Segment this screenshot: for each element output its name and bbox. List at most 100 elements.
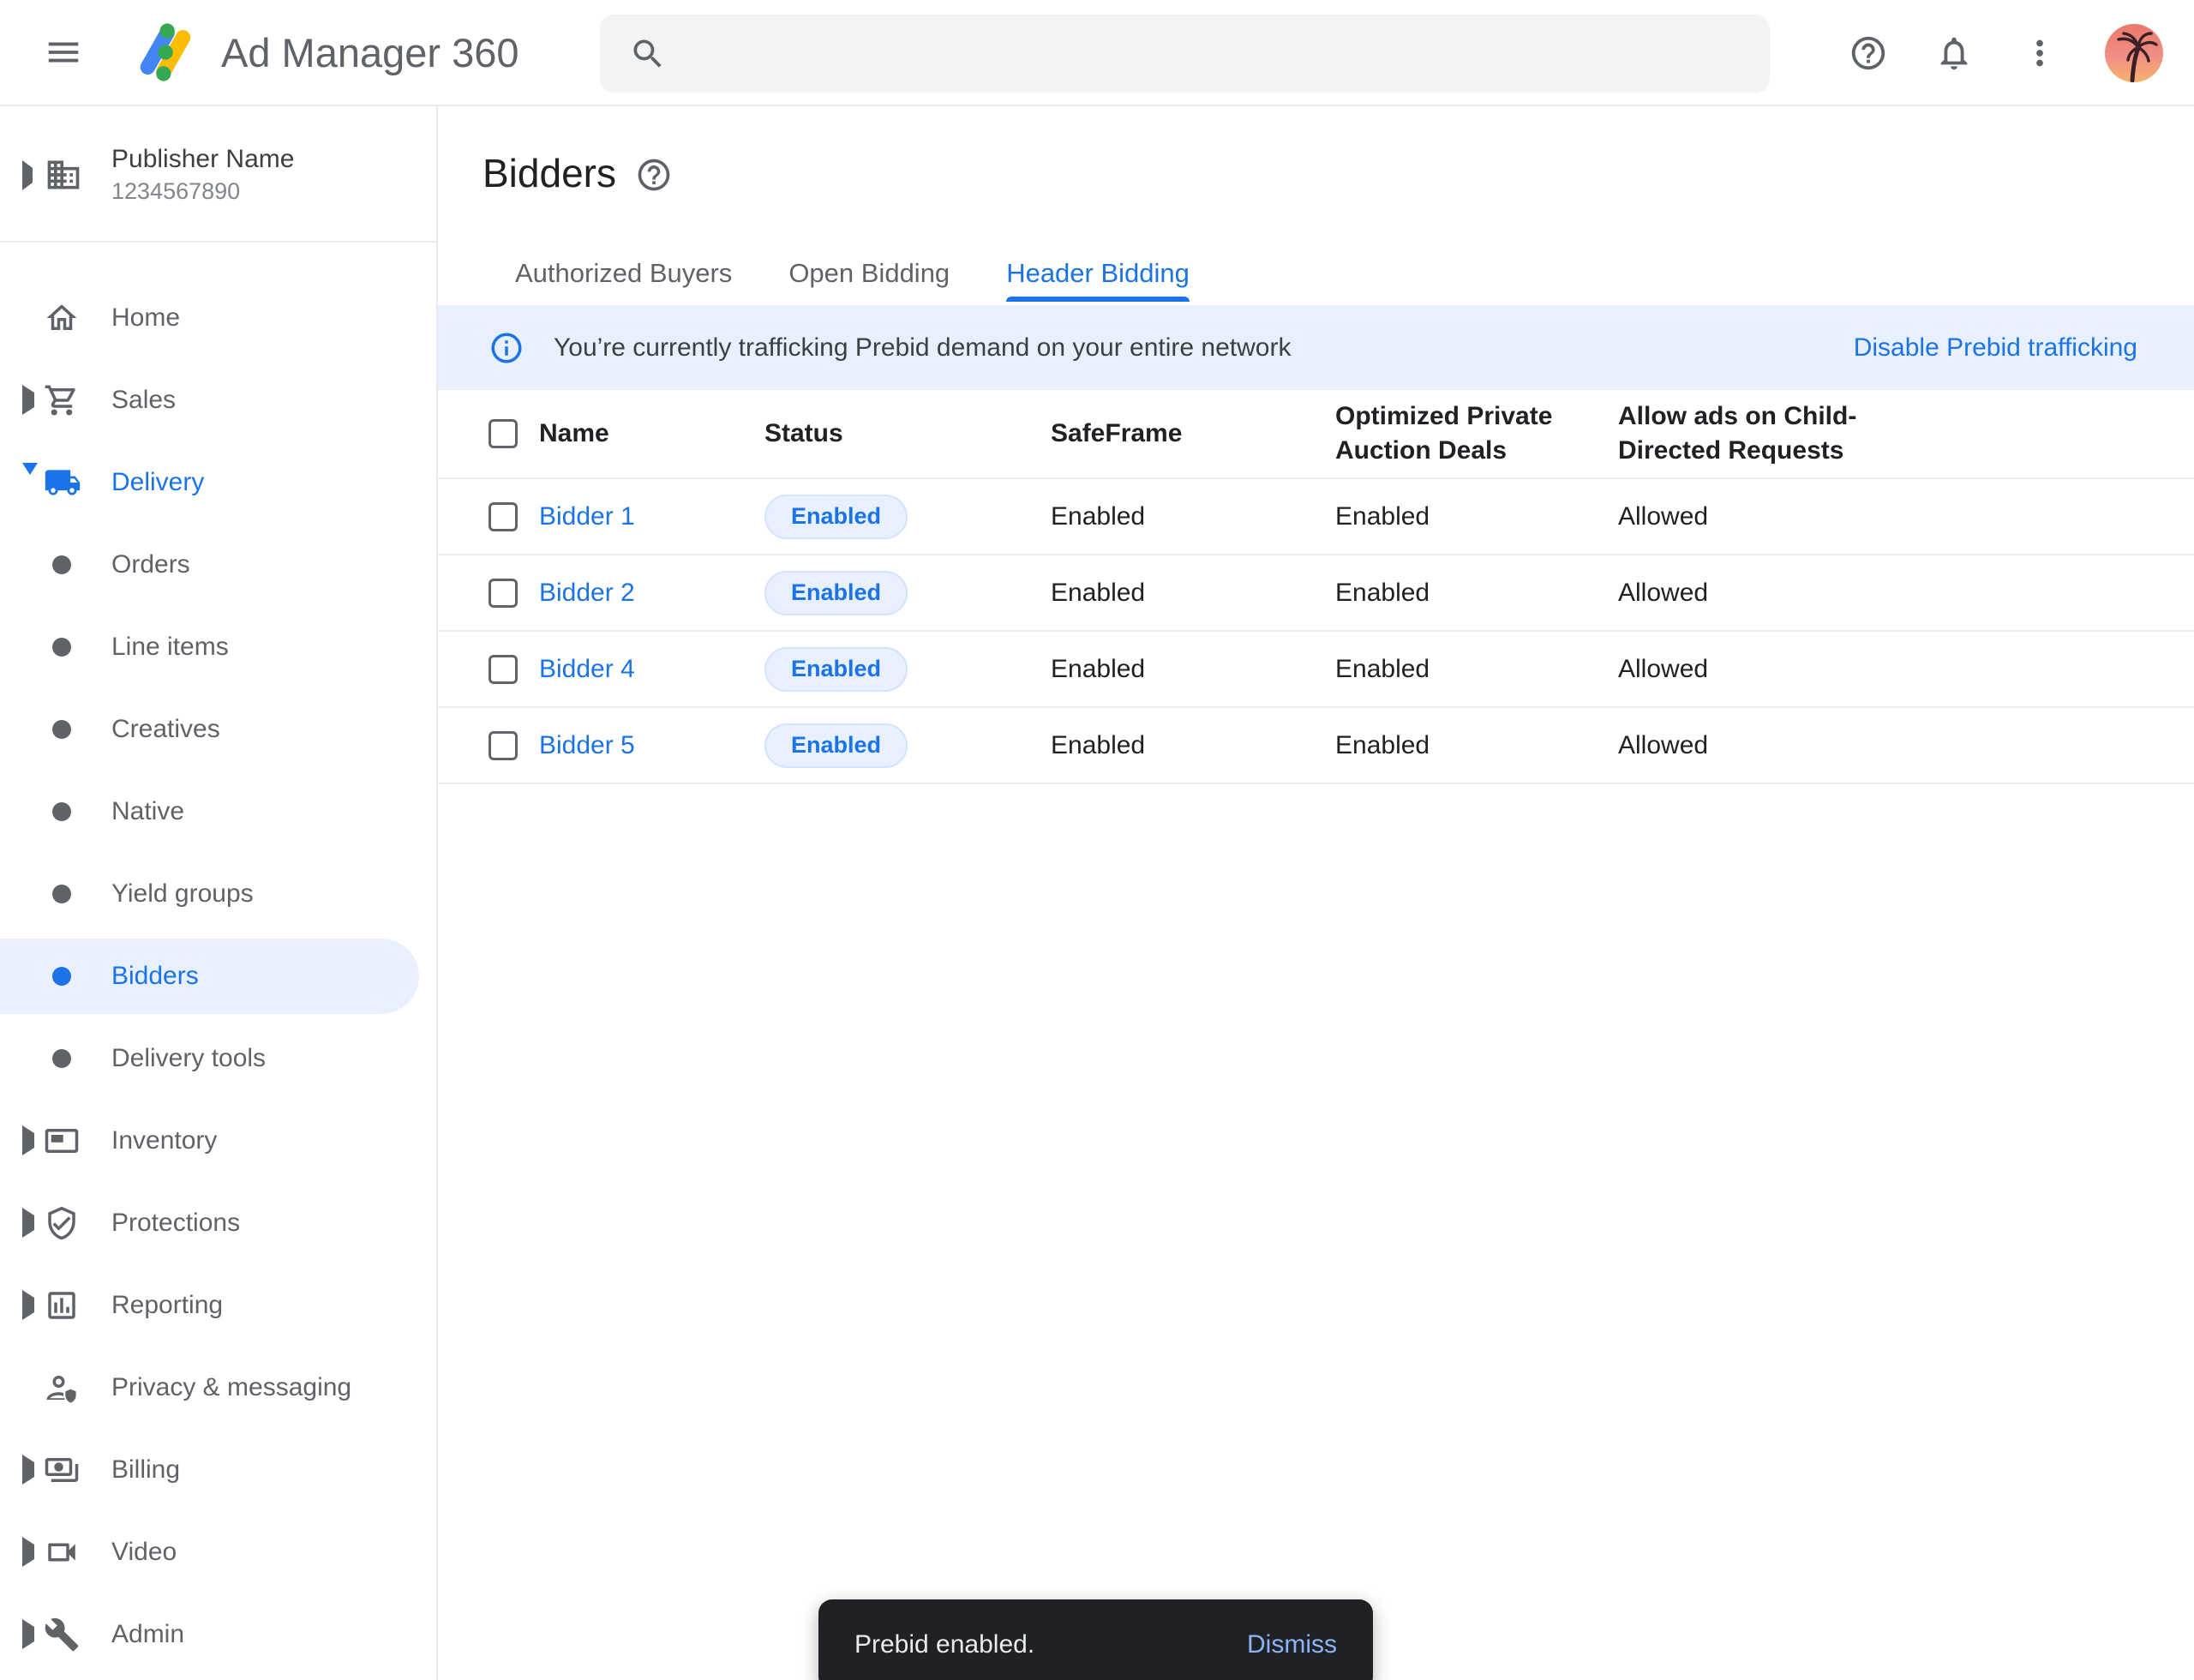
ad-manager-app: Ad Manager 360 (0, 0, 2194, 1680)
tab-bar: Authorized Buyers Open Bidding Header Bi… (438, 259, 2194, 302)
opad-value: Enabled (1335, 502, 1618, 531)
sidebar-item-delivery[interactable]: Delivery (0, 441, 436, 524)
safeframe-value: Enabled (1051, 502, 1335, 531)
sidebar-item-admin[interactable]: Admin (0, 1593, 436, 1676)
privacy-icon (44, 1370, 80, 1406)
info-icon (489, 330, 525, 366)
sidebar-item-video[interactable]: Video (0, 1511, 436, 1593)
page-help-icon[interactable] (635, 156, 673, 194)
bullet-icon (52, 802, 71, 821)
sidebar-item-bidders[interactable]: Bidders (0, 935, 436, 1017)
avatar[interactable] (2105, 24, 2163, 82)
report-icon (44, 1287, 80, 1323)
bidder-link[interactable]: Bidder 1 (539, 502, 635, 531)
column-header-status[interactable]: Status (764, 419, 1051, 448)
shield-check-icon (44, 1205, 80, 1241)
search-bar[interactable] (600, 15, 1770, 93)
child-directed-value: Allowed (1618, 502, 2194, 531)
sidebar-item-delivery-tools[interactable]: Delivery tools (0, 1017, 436, 1100)
collapse-arrow-icon[interactable] (22, 475, 38, 490)
snackbar: Prebid enabled. Dismiss (818, 1599, 1373, 1680)
billing-icon (44, 1452, 80, 1488)
tab-header-bidding[interactable]: Header Bidding (1006, 259, 1190, 302)
sidebar-item-yield-groups[interactable]: Yield groups (0, 853, 436, 935)
status-badge: Enabled (764, 647, 908, 692)
bullet-icon (52, 1049, 71, 1068)
sidebar-item-inventory[interactable]: Inventory (0, 1100, 436, 1182)
expand-arrow-icon[interactable] (22, 1545, 34, 1560)
search-input[interactable] (687, 15, 1770, 93)
sidebar-item-privacy-messaging[interactable]: Privacy & messaging (0, 1347, 436, 1429)
child-directed-value: Allowed (1618, 655, 2194, 684)
cart-icon (44, 382, 80, 418)
topbar-actions (1848, 0, 2194, 106)
building-icon (45, 156, 82, 194)
expand-arrow-icon[interactable] (22, 168, 33, 183)
bidder-link[interactable]: Bidder 4 (539, 655, 635, 683)
more-vert-icon[interactable] (2019, 33, 2060, 74)
expand-arrow-icon[interactable] (22, 1133, 34, 1149)
column-header-opad[interactable]: Optimized Private Auction Deals (1335, 399, 1592, 467)
sidebar-item-creatives[interactable]: Creatives (0, 688, 436, 771)
expand-arrow-icon[interactable] (22, 393, 34, 408)
menu-icon[interactable] (43, 32, 84, 73)
page-header: Bidders (438, 151, 2194, 195)
sidebar-item-native[interactable]: Native (0, 771, 436, 853)
main-layout: Publisher Name 1234567890 Home Sales (0, 106, 2194, 1680)
row-checkbox[interactable] (489, 579, 518, 608)
publisher-selector[interactable]: Publisher Name 1234567890 (0, 106, 436, 243)
bullet-icon (52, 967, 71, 986)
opad-value: Enabled (1335, 579, 1618, 608)
column-header-safeframe[interactable]: SafeFrame (1051, 419, 1335, 448)
product-name: Ad Manager 360 (221, 29, 519, 76)
sidebar: Publisher Name 1234567890 Home Sales (0, 106, 438, 1680)
bullet-icon (52, 555, 71, 574)
truck-icon (44, 464, 81, 501)
sidebar-item-home[interactable]: Home (0, 277, 436, 359)
ad-unit-icon (44, 1123, 80, 1159)
disable-prebid-trafficking-link[interactable]: Disable Prebid trafficking (1854, 333, 2137, 363)
child-directed-value: Allowed (1618, 731, 2194, 760)
sidebar-item-reporting[interactable]: Reporting (0, 1264, 436, 1347)
search-icon (629, 35, 667, 73)
select-all-checkbox[interactable] (489, 419, 518, 448)
opad-value: Enabled (1335, 655, 1618, 684)
expand-arrow-icon[interactable] (22, 1627, 34, 1642)
safeframe-value: Enabled (1051, 655, 1335, 684)
expand-arrow-icon[interactable] (22, 1215, 34, 1231)
sidebar-nav: Home Sales Delivery (0, 243, 436, 1676)
home-icon (44, 300, 80, 336)
top-app-bar: Ad Manager 360 (0, 0, 2194, 106)
table-row: Bidder 5 Enabled Enabled Enabled Allowed (438, 708, 2194, 784)
status-badge: Enabled (764, 571, 908, 615)
child-directed-value: Allowed (1618, 579, 2194, 608)
sidebar-item-billing[interactable]: Billing (0, 1429, 436, 1511)
bidder-link[interactable]: Bidder 2 (539, 579, 635, 607)
table-row: Bidder 4 Enabled Enabled Enabled Allowed (438, 632, 2194, 708)
row-checkbox[interactable] (489, 731, 518, 760)
snackbar-dismiss-button[interactable]: Dismiss (1247, 1630, 1337, 1659)
bullet-icon (52, 885, 71, 903)
sidebar-item-line-items[interactable]: Line items (0, 606, 436, 688)
help-icon[interactable] (1848, 33, 1889, 74)
notifications-icon[interactable] (1933, 33, 1975, 74)
sidebar-item-protections[interactable]: Protections (0, 1182, 436, 1264)
opad-value: Enabled (1335, 731, 1618, 760)
column-header-name[interactable]: Name (539, 419, 764, 448)
safeframe-value: Enabled (1051, 579, 1335, 608)
table-row: Bidder 1 Enabled Enabled Enabled Allowed (438, 479, 2194, 555)
column-header-child-directed[interactable]: Allow ads on Child-Directed Requests (1618, 399, 1875, 467)
row-checkbox[interactable] (489, 502, 518, 531)
sidebar-item-orders[interactable]: Orders (0, 524, 436, 606)
banner-message: You’re currently trafficking Prebid dema… (554, 333, 1291, 363)
sidebar-item-sales[interactable]: Sales (0, 359, 436, 441)
expand-arrow-icon[interactable] (22, 1462, 34, 1478)
expand-arrow-icon[interactable] (22, 1298, 34, 1313)
row-checkbox[interactable] (489, 655, 518, 684)
bidder-link[interactable]: Bidder 5 (539, 731, 635, 759)
tab-open-bidding[interactable]: Open Bidding (788, 259, 950, 302)
content-area: Bidders Authorized Buyers Open Bidding H… (438, 106, 2194, 1680)
wrench-icon (44, 1617, 80, 1653)
snackbar-message: Prebid enabled. (854, 1630, 1034, 1659)
tab-authorized-buyers[interactable]: Authorized Buyers (515, 259, 732, 302)
